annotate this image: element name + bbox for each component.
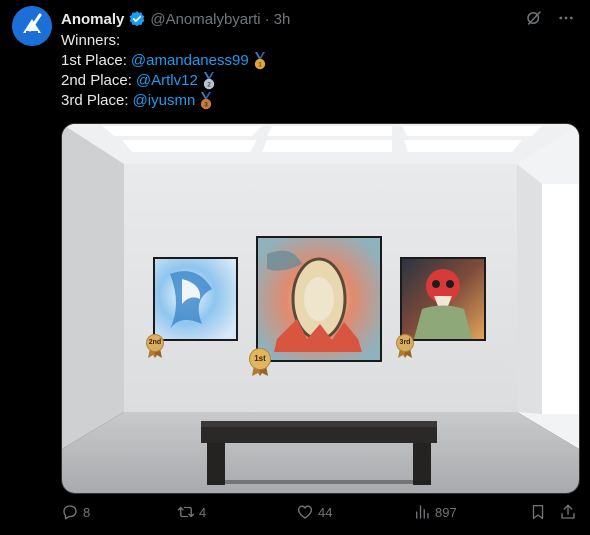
badge-1st-label: 1st bbox=[254, 354, 266, 363]
first-place-line: 1st Place: @amandaness99 1 bbox=[61, 51, 268, 71]
separator-dot: · bbox=[264, 10, 270, 28]
repost-icon bbox=[177, 506, 195, 518]
author-name[interactable]: Anomaly bbox=[61, 11, 124, 28]
bronze-medal-icon: 3 bbox=[198, 92, 214, 110]
like-button[interactable]: 44 bbox=[296, 503, 332, 521]
badge-2nd: 2nd bbox=[146, 334, 164, 358]
tweet-top-actions bbox=[524, 8, 576, 28]
silver-medal-icon: 2 bbox=[201, 72, 217, 90]
winners-line: Winners: bbox=[61, 31, 268, 51]
third-place-line: 3rd Place: @iyusmn 3 bbox=[61, 91, 268, 111]
like-count: 44 bbox=[318, 504, 333, 520]
tweet[interactable]: Anomaly @Anomalybyarti · 3h Winners: 1st… bbox=[0, 0, 590, 535]
grok-icon[interactable] bbox=[524, 8, 544, 28]
bookmark-icon bbox=[532, 504, 544, 520]
second-place-label: 2nd Place: bbox=[61, 72, 132, 89]
views-count: 897 bbox=[435, 504, 457, 520]
gold-medal-icon: 1 bbox=[252, 52, 268, 70]
repost-button[interactable]: 4 bbox=[177, 503, 206, 521]
repost-count: 4 bbox=[199, 504, 207, 520]
svg-text:3: 3 bbox=[204, 101, 208, 108]
tweet-text: Winners: 1st Place: @amandaness99 1 2nd … bbox=[61, 31, 268, 111]
badge-3rd-label: 3rd bbox=[399, 339, 411, 346]
share-icon bbox=[561, 504, 575, 519]
second-place-mention[interactable]: @Artlv12 bbox=[136, 71, 198, 91]
verified-badge-icon bbox=[128, 10, 146, 28]
like-icon bbox=[297, 505, 313, 519]
tweet-header: Anomaly @Anomalybyarti · 3h bbox=[61, 9, 290, 29]
third-place-label: 3rd Place: bbox=[61, 92, 129, 109]
first-place-mention[interactable]: @amandaness99 bbox=[131, 51, 249, 71]
svg-text:2: 2 bbox=[207, 81, 211, 88]
reply-count: 8 bbox=[83, 504, 91, 520]
author-handle[interactable]: @Anomalybyarti bbox=[150, 11, 260, 28]
share-button[interactable] bbox=[559, 503, 577, 521]
badge-1st: 1st bbox=[249, 348, 271, 376]
gallery-image[interactable]: 2nd 1st 3rd bbox=[61, 123, 580, 494]
third-place-mention[interactable]: @iyusmn bbox=[133, 91, 196, 111]
badge-3rd: 3rd bbox=[396, 334, 414, 358]
winners-heading: Winners: bbox=[61, 32, 121, 49]
badge-2nd-label: 2nd bbox=[148, 339, 162, 346]
views-button[interactable]: 897 bbox=[413, 503, 457, 521]
reply-icon bbox=[63, 505, 77, 520]
svg-text:1: 1 bbox=[258, 61, 262, 68]
reply-button[interactable]: 8 bbox=[61, 503, 90, 521]
first-place-label: 1st Place: bbox=[61, 52, 127, 69]
more-icon[interactable] bbox=[556, 8, 576, 28]
timestamp[interactable]: 3h bbox=[274, 11, 291, 28]
avatar[interactable] bbox=[12, 6, 52, 46]
second-place-line: 2nd Place: @Artlv12 2 bbox=[61, 71, 268, 91]
views-icon bbox=[416, 505, 429, 519]
bookmark-button[interactable] bbox=[529, 503, 547, 521]
action-bar: 8 4 44 897 bbox=[61, 503, 581, 527]
